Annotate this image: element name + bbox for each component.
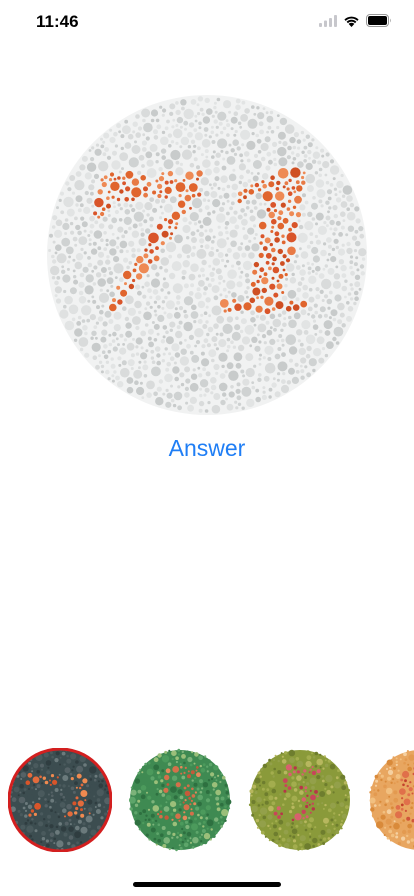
battery-icon (366, 14, 392, 32)
plate-thumbnail-2[interactable] (128, 748, 232, 852)
status-bar: 11:46 (0, 0, 414, 44)
home-indicator (133, 882, 281, 887)
color-test-plate-graphic (47, 95, 367, 415)
status-icons (319, 14, 392, 32)
wifi-icon (343, 14, 360, 32)
cellular-signal-icon (319, 14, 337, 32)
plate-thumbnail-strip[interactable] (0, 748, 414, 868)
plate-thumbnail-1[interactable] (7, 748, 113, 853)
plate-thumbnail-4[interactable] (368, 748, 414, 852)
plate-thumbnail-3[interactable] (248, 748, 352, 852)
status-time: 11:46 (36, 12, 79, 31)
answer-button[interactable]: Answer (0, 430, 414, 466)
color-test-plate (47, 95, 367, 415)
